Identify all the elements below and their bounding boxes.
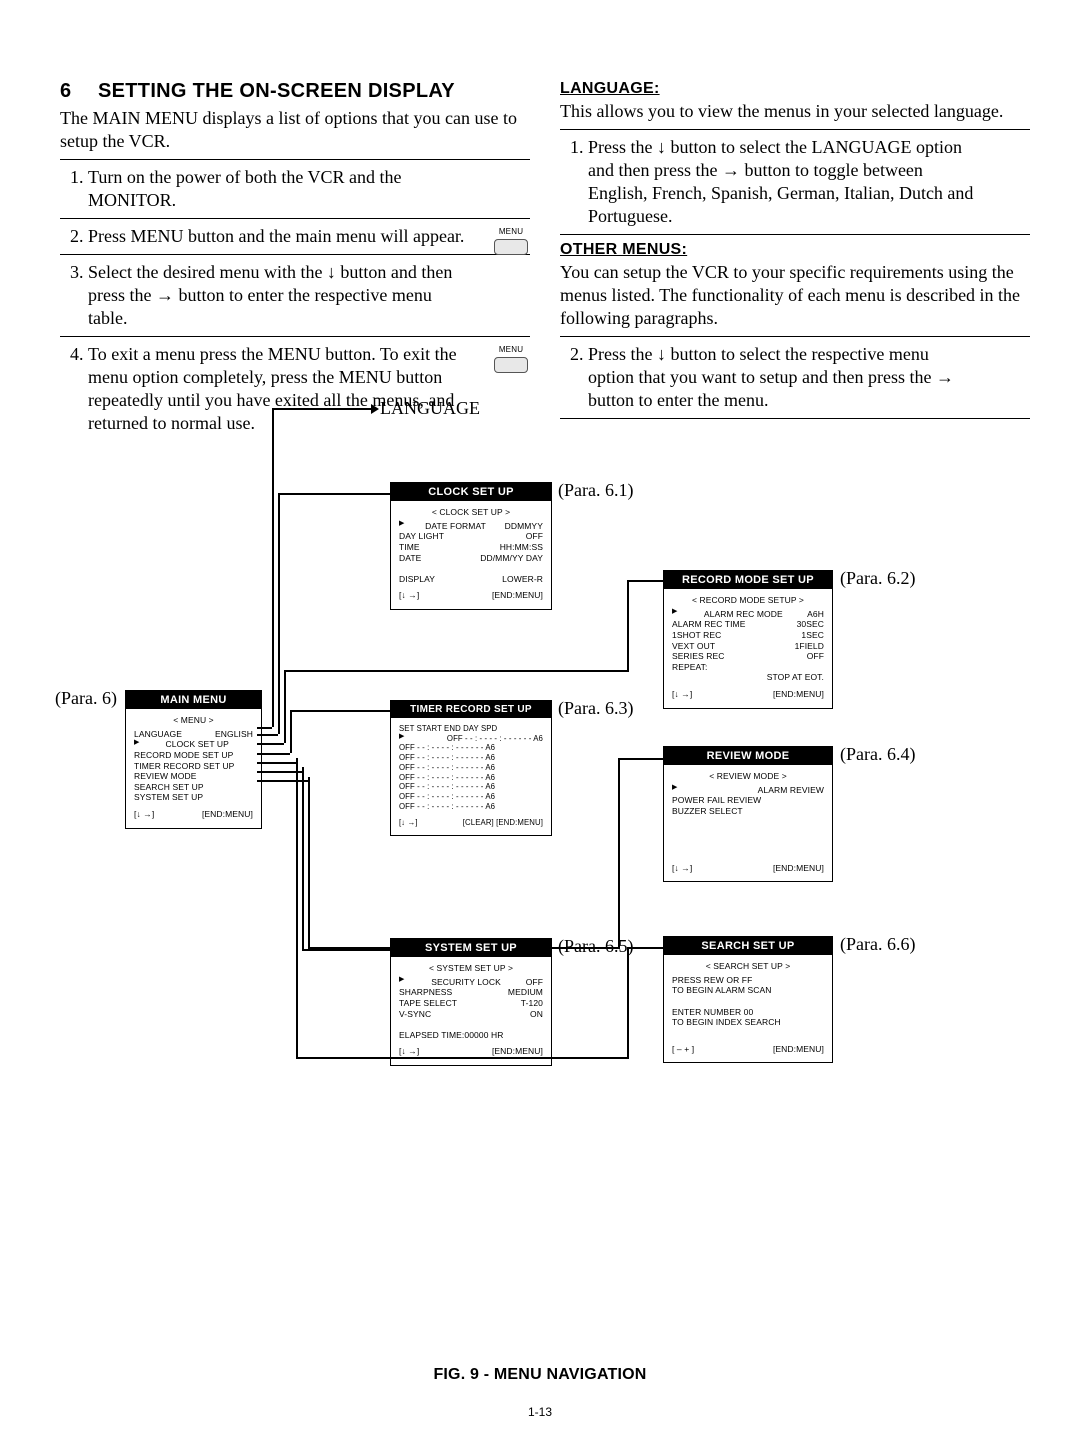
row-language: LANGUAGEENGLISH	[134, 729, 253, 740]
divider	[560, 336, 1030, 337]
menu-button-icon: MENU	[490, 227, 532, 255]
section-title-text: SETTING THE ON-SCREEN DISPLAY	[98, 80, 455, 103]
left-steps: Turn on the power of both the VCR and th…	[60, 166, 530, 212]
arrow	[333, 408, 373, 410]
record-para: (Para. 6.2)	[840, 568, 915, 589]
language-heading: LANGUAGE:	[560, 80, 1030, 98]
step-3: Select the desired menu with the ↓ butto…	[88, 261, 530, 330]
divider	[60, 218, 530, 219]
row-timer: TIMER RECORD SET UP	[134, 761, 253, 772]
divider	[60, 254, 530, 255]
other-menus-heading: OTHER MENUS:	[560, 241, 1030, 259]
menu-button-icon: MENU	[490, 345, 532, 373]
line	[284, 670, 629, 672]
divider	[560, 129, 1030, 130]
main-menu-para: (Para. 6)	[55, 688, 117, 709]
line	[302, 767, 304, 949]
line	[257, 780, 308, 782]
row-clock: CLOCK SET UP	[134, 739, 253, 750]
row-search: SEARCH SET UP	[134, 782, 253, 793]
divider	[60, 336, 530, 337]
language-para: This allows you to view the menus in you…	[560, 100, 1030, 123]
line	[278, 493, 392, 495]
clock-para: (Para. 6.1)	[558, 480, 633, 501]
review-panel: REVIEW MODE < REVIEW MODE > ALARM REVIEW…	[663, 746, 833, 882]
figure-caption: FIG. 9 - MENU NAVIGATION	[0, 1366, 1080, 1384]
review-para: (Para. 6.4)	[840, 744, 915, 765]
line	[308, 777, 310, 947]
line	[257, 771, 302, 773]
key-icon	[494, 239, 528, 255]
page: 6 SETTING THE ON-SCREEN DISPLAY The MAIN…	[0, 0, 1080, 1439]
left-steps-3: Select the desired menu with the ↓ butto…	[60, 261, 530, 330]
section-heading: 6 SETTING THE ON-SCREEN DISPLAY	[60, 80, 530, 103]
search-para: (Para. 6.6)	[840, 934, 915, 955]
line	[290, 710, 392, 712]
line	[627, 580, 629, 672]
two-column-body: 6 SETTING THE ON-SCREEN DISPLAY The MAIN…	[60, 80, 1030, 441]
step-2: Press MENU button and the main menu will…	[88, 225, 530, 248]
left-column: 6 SETTING THE ON-SCREEN DISPLAY The MAIN…	[60, 80, 530, 441]
lang-steps: Press the ↓ button to select the LANGUAG…	[560, 136, 1030, 228]
language-label: LANGUAGE	[380, 398, 480, 419]
line	[618, 758, 663, 760]
line	[257, 762, 296, 764]
other-menus-para: You can setup the VCR to your specific r…	[560, 261, 1030, 330]
right-column: LANGUAGE: This allows you to view the me…	[560, 80, 1030, 441]
row-record: RECORD MODE SET UP	[134, 750, 253, 761]
line	[278, 493, 280, 734]
line	[296, 758, 298, 1057]
search-panel: SEARCH SET UP < SEARCH SET UP > PRESS RE…	[663, 936, 833, 1063]
line	[627, 580, 663, 582]
clock-panel: CLOCK SET UP < CLOCK SET UP > DATE FORMA…	[390, 482, 552, 610]
section-number: 6	[60, 80, 78, 103]
menu-navigation-diagram: LANGUAGE (Para. 6)	[60, 400, 1020, 1210]
line	[272, 408, 335, 410]
system-para: (Para. 6.5)	[558, 936, 633, 957]
panel-footer: [↓ →][END:MENU]	[134, 809, 253, 820]
divider	[560, 234, 1030, 235]
divider	[60, 159, 530, 160]
panel-title: MAIN MENU	[126, 691, 261, 709]
line	[272, 408, 274, 727]
key-icon	[494, 357, 528, 373]
system-panel: SYSTEM SET UP < SYSTEM SET UP > SECURITY…	[390, 938, 552, 1066]
line	[302, 949, 392, 951]
panel-body: < MENU > LANGUAGEENGLISH CLOCK SET UP RE…	[126, 709, 261, 828]
timer-para: (Para. 6.3)	[558, 698, 633, 719]
main-menu-panel: MAIN MENU < MENU > LANGUAGEENGLISH CLOCK…	[125, 690, 262, 829]
row-system: SYSTEM SET UP	[134, 792, 253, 803]
lang-step-1: Press the ↓ button to select the LANGUAG…	[588, 136, 1030, 228]
line	[284, 670, 286, 743]
row-review: REVIEW MODE	[134, 771, 253, 782]
timer-panel: TIMER RECORD SET UP SET START END DAY SP…	[390, 700, 552, 836]
line	[618, 758, 620, 949]
line	[627, 947, 629, 1059]
record-panel: RECORD MODE SET UP < RECORD MODE SETUP >…	[663, 570, 833, 709]
left-steps-2: Press MENU button and the main menu will…	[60, 225, 530, 248]
page-number: 1-13	[0, 1405, 1080, 1419]
line	[290, 710, 292, 753]
step-1: Turn on the power of both the VCR and th…	[88, 166, 530, 212]
intro-paragraph: The MAIN MENU displays a list of options…	[60, 107, 530, 153]
